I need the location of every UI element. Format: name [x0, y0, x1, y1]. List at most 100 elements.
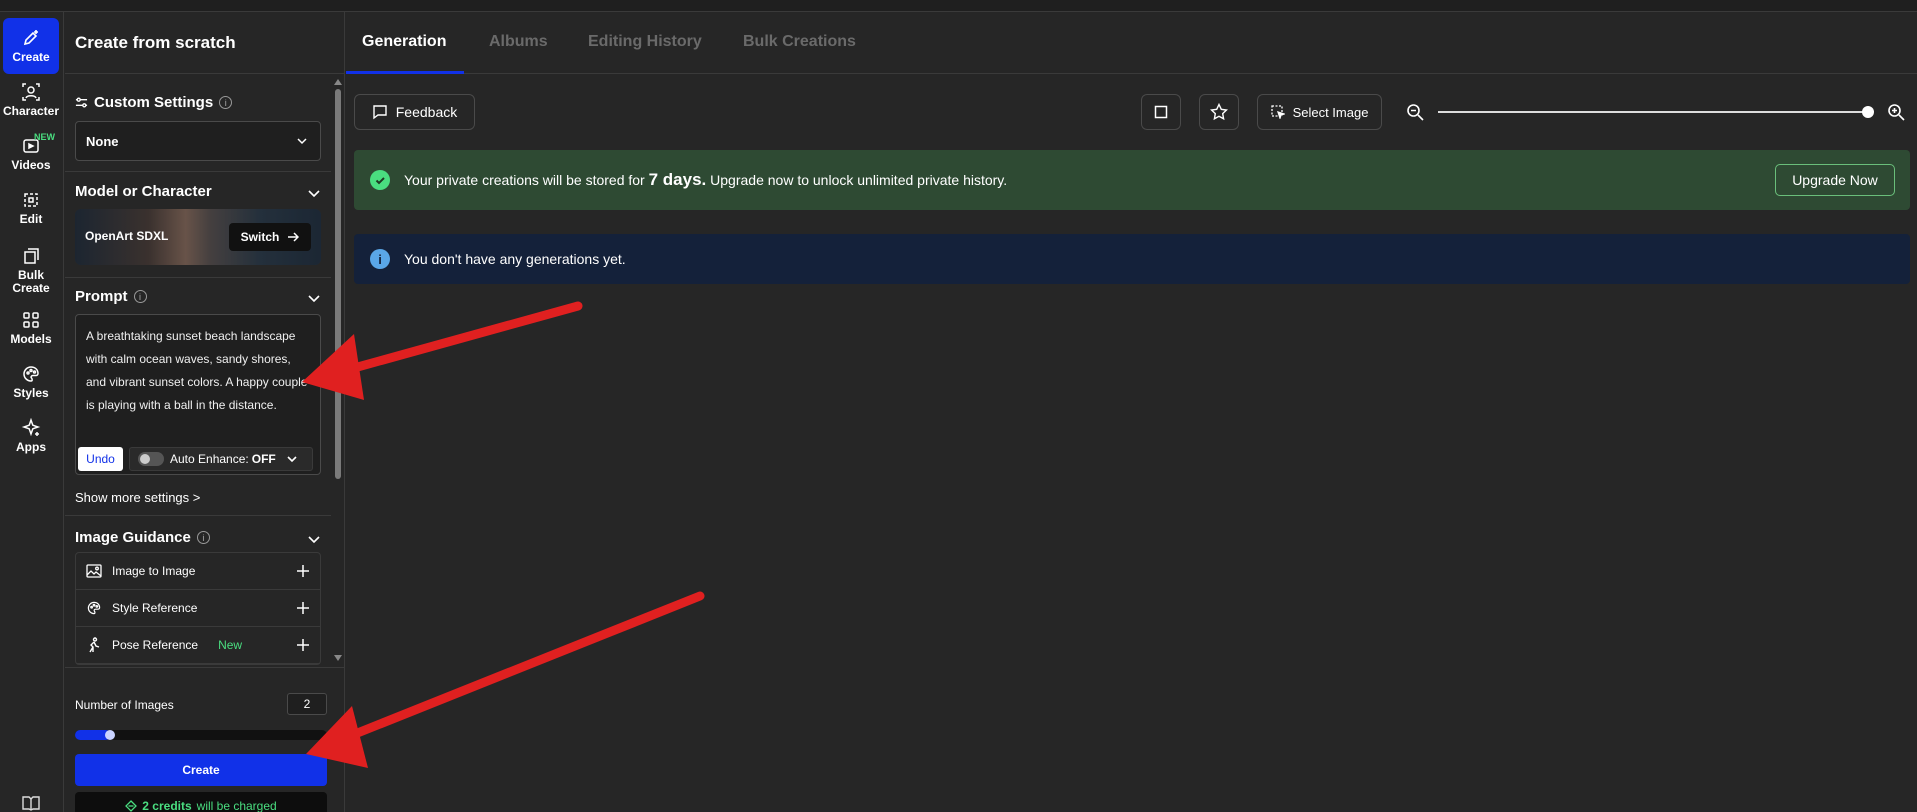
- left-rail: Create Character NEW Videos Edit Bulk Cr…: [0, 12, 64, 812]
- toggle-switch[interactable]: [138, 452, 164, 466]
- slider-knob[interactable]: [105, 730, 116, 740]
- chevron-down-icon[interactable]: [307, 532, 321, 546]
- plus-icon[interactable]: [296, 601, 310, 615]
- grid-icon: [23, 312, 39, 328]
- guidance-pose-reference[interactable]: Pose Reference New: [76, 627, 320, 664]
- rail-label: Apps: [16, 440, 46, 454]
- scroll-thumb[interactable]: [335, 89, 341, 479]
- info-icon[interactable]: i: [219, 96, 233, 109]
- select-image-button[interactable]: Select Image: [1257, 94, 1382, 130]
- scroll-down-icon[interactable]: [334, 655, 342, 661]
- guidance-image-to-image[interactable]: Image to Image: [76, 553, 320, 590]
- auto-enhance-label: Auto Enhance:: [170, 452, 249, 466]
- active-tab-indicator: [346, 71, 464, 74]
- upgrade-now-button[interactable]: Upgrade Now: [1775, 164, 1895, 196]
- settings-panel: Create from scratch Custom Settings i No…: [65, 12, 345, 812]
- custom-settings-title: Custom Settings: [94, 94, 214, 111]
- check-circle-icon: [370, 170, 390, 190]
- edit-icon: [24, 193, 38, 207]
- top-bar: [0, 0, 1917, 12]
- rail-label: Videos: [11, 158, 51, 172]
- new-badge: NEW: [34, 132, 55, 142]
- banner-suffix: Upgrade now to unlock unlimited private …: [710, 172, 1008, 188]
- credits-amount: 2 credits: [142, 799, 192, 812]
- rail-item-styles[interactable]: Styles: [3, 354, 59, 410]
- banner-highlight: 7 days.: [648, 170, 707, 189]
- select-image-label: Select Image: [1292, 104, 1369, 120]
- banner-prefix: Your private creations will be stored fo…: [404, 172, 645, 188]
- rail-label: Models: [10, 332, 52, 346]
- rail-item-edit[interactable]: Edit: [3, 180, 59, 236]
- apps-sparkle-icon: [21, 418, 41, 437]
- tab-bar: Generation Albums Editing History Bulk C…: [346, 12, 1917, 74]
- prompt-text[interactable]: A breathtaking sunset beach landscape wi…: [86, 325, 310, 417]
- prompt-input[interactable]: A breathtaking sunset beach landscape wi…: [75, 314, 321, 475]
- guidance-style-reference[interactable]: Style Reference: [76, 590, 320, 627]
- select-mode-button[interactable]: [1141, 94, 1181, 130]
- custom-settings-value: None: [86, 133, 119, 149]
- message-icon: [373, 105, 387, 120]
- zoom-slider[interactable]: [1438, 111, 1868, 113]
- auto-enhance-toggle[interactable]: Auto Enhance: OFF: [129, 447, 313, 471]
- panel-scrollbar[interactable]: [332, 75, 345, 665]
- tab-generation[interactable]: Generation: [362, 33, 446, 51]
- rail-item-models[interactable]: Models: [3, 300, 59, 356]
- info-icon[interactable]: i: [196, 531, 210, 544]
- select-image-icon: [1270, 105, 1285, 119]
- number-of-images-slider[interactable]: [75, 730, 327, 740]
- feedback-button[interactable]: Feedback: [354, 94, 475, 130]
- divider: [65, 515, 331, 516]
- tab-albums[interactable]: Albums: [489, 33, 548, 51]
- undo-button[interactable]: Undo: [78, 447, 123, 471]
- rail-item-videos[interactable]: NEW Videos: [3, 126, 59, 182]
- square-icon: [1154, 105, 1168, 119]
- chevron-down-icon[interactable]: [307, 186, 321, 200]
- model-header[interactable]: Model or Character: [75, 183, 212, 200]
- tab-bulk-creations[interactable]: Bulk Creations: [743, 33, 856, 51]
- prompt-header: Prompt i: [75, 288, 147, 305]
- book-icon[interactable]: [22, 795, 40, 812]
- chevron-down-icon: [287, 456, 297, 463]
- image-icon: [86, 564, 102, 578]
- rail-item-bulk-create[interactable]: Bulk Create: [3, 238, 59, 302]
- model-card: OpenArt SDXL Switch: [75, 209, 321, 265]
- chevron-down-icon: [297, 138, 307, 145]
- palette-icon: [23, 366, 39, 382]
- empty-state-banner: i You don't have any generations yet.: [354, 234, 1910, 284]
- image-guidance-header: Image Guidance i: [75, 529, 210, 546]
- switch-model-button[interactable]: Switch: [229, 223, 311, 251]
- favorite-button[interactable]: [1199, 94, 1239, 130]
- rail-item-apps[interactable]: Apps: [3, 408, 59, 464]
- rail-item-create[interactable]: Create: [3, 18, 59, 74]
- empty-state-message: You don't have any generations yet.: [404, 251, 626, 267]
- plus-icon[interactable]: [296, 564, 310, 578]
- zoom-in-icon[interactable]: [1887, 103, 1905, 121]
- zoom-out-icon[interactable]: [1406, 103, 1424, 121]
- rail-label: Character: [2, 104, 60, 118]
- number-of-images-input[interactable]: 2: [287, 693, 327, 715]
- sparkle-edit-icon: [23, 30, 38, 46]
- rail-label: Edit: [19, 212, 43, 226]
- arrow-right-icon: [288, 232, 300, 242]
- custom-settings-header: Custom Settings i: [75, 94, 233, 111]
- credits-suffix: will be charged: [196, 799, 277, 812]
- rail-item-character[interactable]: Character: [3, 72, 59, 128]
- model-name: OpenArt SDXL: [85, 229, 169, 243]
- show-more-settings-link[interactable]: Show more settings >: [75, 490, 200, 505]
- guidance-label: Style Reference: [112, 601, 198, 615]
- number-of-images-label: Number of Images: [75, 698, 174, 712]
- scroll-up-icon[interactable]: [334, 79, 342, 85]
- credits-notice: 2 credits will be charged: [75, 792, 327, 812]
- plus-icon[interactable]: [296, 638, 310, 652]
- guidance-label: Pose Reference: [112, 638, 199, 652]
- info-icon[interactable]: i: [133, 290, 147, 303]
- zoom-slider-knob[interactable]: [1862, 106, 1874, 118]
- custom-settings-select[interactable]: None: [75, 121, 321, 161]
- chevron-down-icon[interactable]: [307, 291, 321, 305]
- create-button[interactable]: Create: [75, 754, 327, 786]
- prompt-title: Prompt: [75, 288, 128, 305]
- main-content: Generation Albums Editing History Bulk C…: [346, 12, 1917, 812]
- star-icon: [1210, 103, 1228, 121]
- auto-enhance-value: OFF: [251, 452, 276, 466]
- tab-editing-history[interactable]: Editing History: [588, 33, 702, 51]
